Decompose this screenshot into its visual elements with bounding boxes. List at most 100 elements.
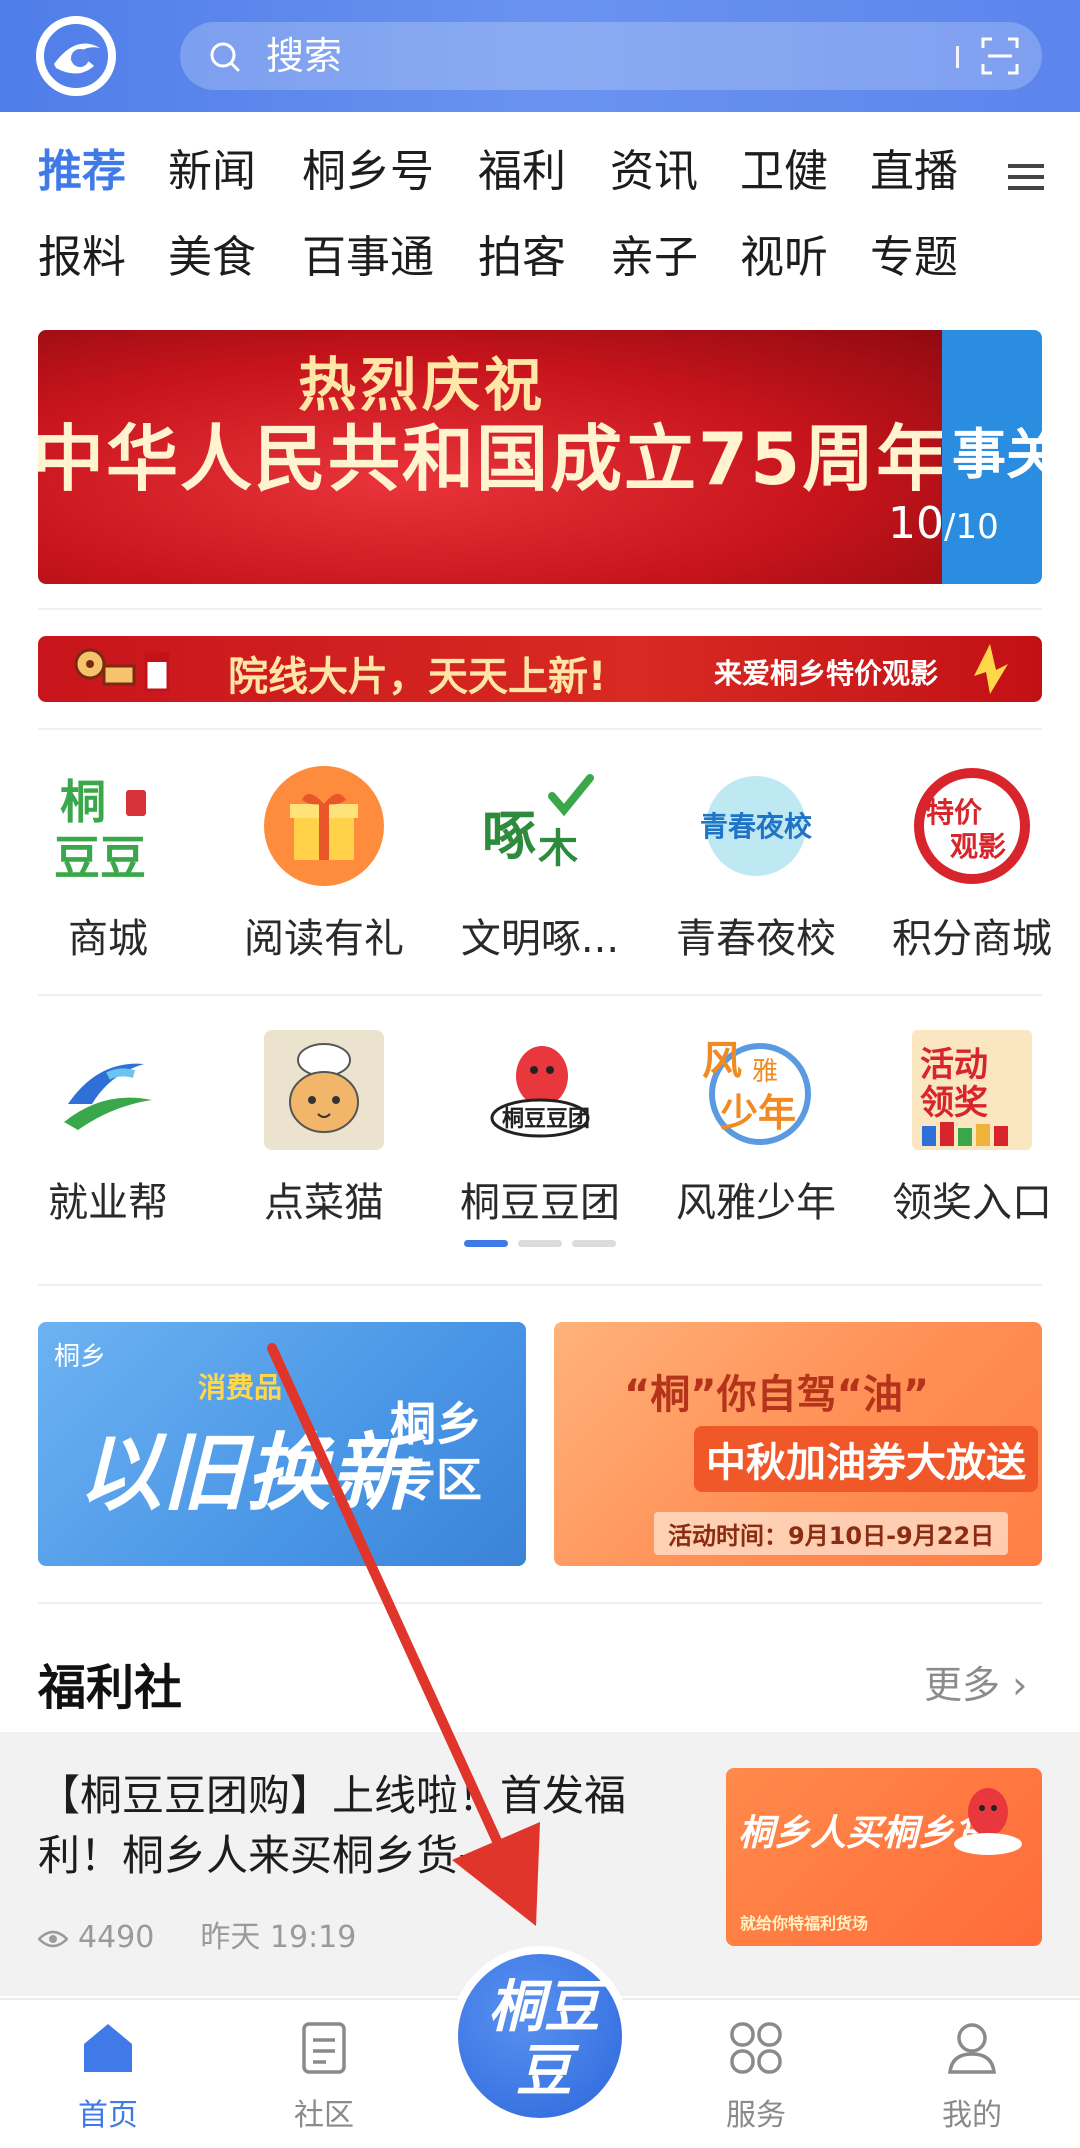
publish-time: 昨天 19:19 [200, 1920, 357, 1955]
grid-page-indicator[interactable] [464, 1240, 616, 1248]
tab-food[interactable]: 美食 [168, 228, 256, 288]
divider [38, 728, 1042, 730]
divider [38, 994, 1042, 996]
service-label: 商城 [68, 916, 148, 962]
channel-tabs: 推荐 新闻 桐乡号 福利 资讯 卫健 直播 报料 美食 百事通 拍客 亲子 视听… [0, 142, 1080, 302]
banner-counter-total: /10 [944, 507, 999, 547]
tab-report[interactable]: 报料 [38, 228, 126, 288]
service-tongdoudou-group[interactable]: 桐豆豆团 桐豆豆团 [432, 1030, 648, 1240]
service-label: 青春夜校 [676, 916, 836, 962]
tab-news[interactable]: 新闻 [168, 142, 256, 202]
nav-profile[interactable]: 我的 [892, 2020, 1052, 2140]
article-thumbnail[interactable]: 桐乡人买桐乡货 就给你特福利货场 [726, 1768, 1042, 1946]
service-label: 风雅少年 [676, 1180, 836, 1226]
svg-text:雅: 雅 [752, 1057, 778, 1087]
app-logo-icon[interactable] [34, 14, 118, 98]
tab-info[interactable]: 资讯 [610, 142, 698, 202]
service-diancai-cat[interactable]: 点菜猫 [216, 1030, 432, 1240]
nav-label: 服务 [726, 2098, 786, 2133]
nav-label: 首页 [78, 2098, 138, 2133]
tab-topics[interactable]: 专题 [870, 228, 958, 288]
employment-icon [64, 1063, 152, 1130]
center-button-label: 桐豆豆 [488, 1975, 600, 2104]
page-dot[interactable] [572, 1240, 616, 1247]
discount-movie-icon: 特价 观影 [914, 768, 1030, 884]
gift-box-icon [264, 766, 384, 886]
search-placeholder[interactable]: 搜索 [266, 32, 342, 80]
nav-center-tongdoudou-button[interactable]: 桐豆豆 [450, 1946, 630, 2126]
eye-icon [38, 1930, 68, 1947]
tab-tongxiang-hao[interactable]: 桐乡号 [302, 142, 434, 202]
nav-community[interactable]: 社区 [244, 2020, 404, 2140]
chef-cat-icon [264, 1030, 384, 1150]
banner-carousel[interactable]: 热烈庆祝 中华人民共和国成立75周年 事关 10/10 [38, 330, 1042, 584]
service-label: 阅读有礼 [244, 916, 404, 962]
divider [38, 1284, 1042, 1286]
promo-trade-in-card[interactable]: 桐乡 消费品 以旧换新 桐乡专区 [38, 1322, 526, 1566]
service-fengya-youth[interactable]: 风 雅 少年 风雅少年 [648, 1030, 864, 1240]
bean-mascot-icon [954, 1788, 1022, 1855]
article-title[interactable]: 【桐豆豆团购】上线啦！首发福利！桐乡人来买桐乡货→ [38, 1766, 698, 1886]
spark-arrow-icon [974, 644, 1008, 694]
tab-parenting[interactable]: 亲子 [610, 228, 698, 288]
page-dot[interactable] [518, 1240, 562, 1247]
service-reading-gift[interactable]: 阅读有礼 [216, 766, 432, 976]
service-points-mall[interactable]: 特价 观影 积分商城 [864, 766, 1080, 976]
banner-slide[interactable]: 热烈庆祝 中华人民共和国成立75周年 [38, 330, 948, 584]
banner-counter-current: 10 [888, 498, 944, 549]
svg-text:桐: 桐 [60, 775, 106, 829]
service-employment[interactable]: 就业帮 [0, 1030, 216, 1240]
youth-night-school-icon: 青春夜校 [700, 776, 813, 876]
divider [38, 1602, 1042, 1604]
svg-text:木: 木 [538, 826, 578, 872]
svg-text:观影: 观影 [950, 830, 1006, 863]
promo-zone: 桐乡专区 [390, 1397, 482, 1507]
community-icon [302, 2022, 346, 2074]
service-label: 领奖入口 [892, 1180, 1052, 1226]
nav-services[interactable]: 服务 [676, 2020, 836, 2140]
zhuomu-icon: 啄 木 [482, 774, 594, 872]
promo-headline: 以旧换新 [78, 1424, 415, 1522]
svg-text:桐豆豆团: 桐豆豆团 [502, 1107, 590, 1132]
service-youth-night-school[interactable]: 青春夜校 青春夜校 [648, 766, 864, 976]
service-label: 积分商城 [892, 916, 1052, 962]
service-prize-entry[interactable]: 活动 领奖 领奖入口 [864, 1030, 1080, 1240]
svg-text:领奖: 领奖 [920, 1083, 988, 1123]
tongdoudou-mall-icon: 桐 豆豆 [54, 775, 146, 885]
tab-paike[interactable]: 拍客 [478, 228, 566, 288]
tab-recommend[interactable]: 推荐 [38, 142, 126, 202]
search-bar[interactable]: 搜索 [180, 22, 1042, 90]
scan-icon[interactable] [980, 36, 1020, 76]
service-label: 文明啄... [460, 916, 620, 962]
promo-headline: “桐”你自驾“油” [624, 1372, 930, 1418]
promo-logo: 桐乡 [54, 1342, 107, 1372]
prize-entry-icon: 活动 领奖 [912, 1030, 1032, 1150]
page-dot-active[interactable] [464, 1240, 508, 1247]
promo-small-tag: 消费品 [198, 1371, 283, 1404]
top-header: 搜索 [0, 0, 1080, 112]
nav-home[interactable]: 首页 [28, 2020, 188, 2140]
tab-live[interactable]: 直播 [870, 142, 958, 202]
service-civilization[interactable]: 啄 木 文明啄... [432, 766, 648, 976]
banner-subtitle: 中华人民共和国成立75周年 [38, 417, 951, 501]
services-icon [730, 2022, 782, 2074]
svg-text:青春夜校: 青春夜校 [700, 810, 813, 843]
more-link[interactable]: 更多 › [924, 1654, 1027, 1709]
svg-text:活动: 活动 [920, 1045, 988, 1085]
banner-counter: 10/10 [888, 498, 999, 549]
svg-text:风: 风 [702, 1038, 742, 1084]
divider [38, 608, 1042, 610]
nav-label: 我的 [942, 2098, 1002, 2133]
promo-fuel-coupon-card[interactable]: “桐”你自驾“油” 中秋加油券大放送 活动时间：9月10日-9月22日 [554, 1322, 1042, 1566]
tab-baishitong[interactable]: 百事通 [302, 228, 434, 288]
tab-audiovisual[interactable]: 视听 [740, 228, 828, 288]
nav-label: 社区 [294, 2098, 354, 2133]
tab-welfare[interactable]: 福利 [478, 142, 566, 202]
service-mall[interactable]: 桐 豆豆 商城 [0, 766, 216, 976]
bean-mascot-icon: 桐豆豆团 [490, 1046, 590, 1138]
cinema-ad-banner[interactable]: 院线大片，天天上新! 来爱桐乡特价观影 [38, 636, 1042, 702]
service-label: 桐豆豆团 [460, 1180, 620, 1226]
menu-icon[interactable] [1008, 162, 1044, 192]
film-projector-icon [74, 648, 170, 692]
tab-health[interactable]: 卫健 [740, 142, 828, 202]
